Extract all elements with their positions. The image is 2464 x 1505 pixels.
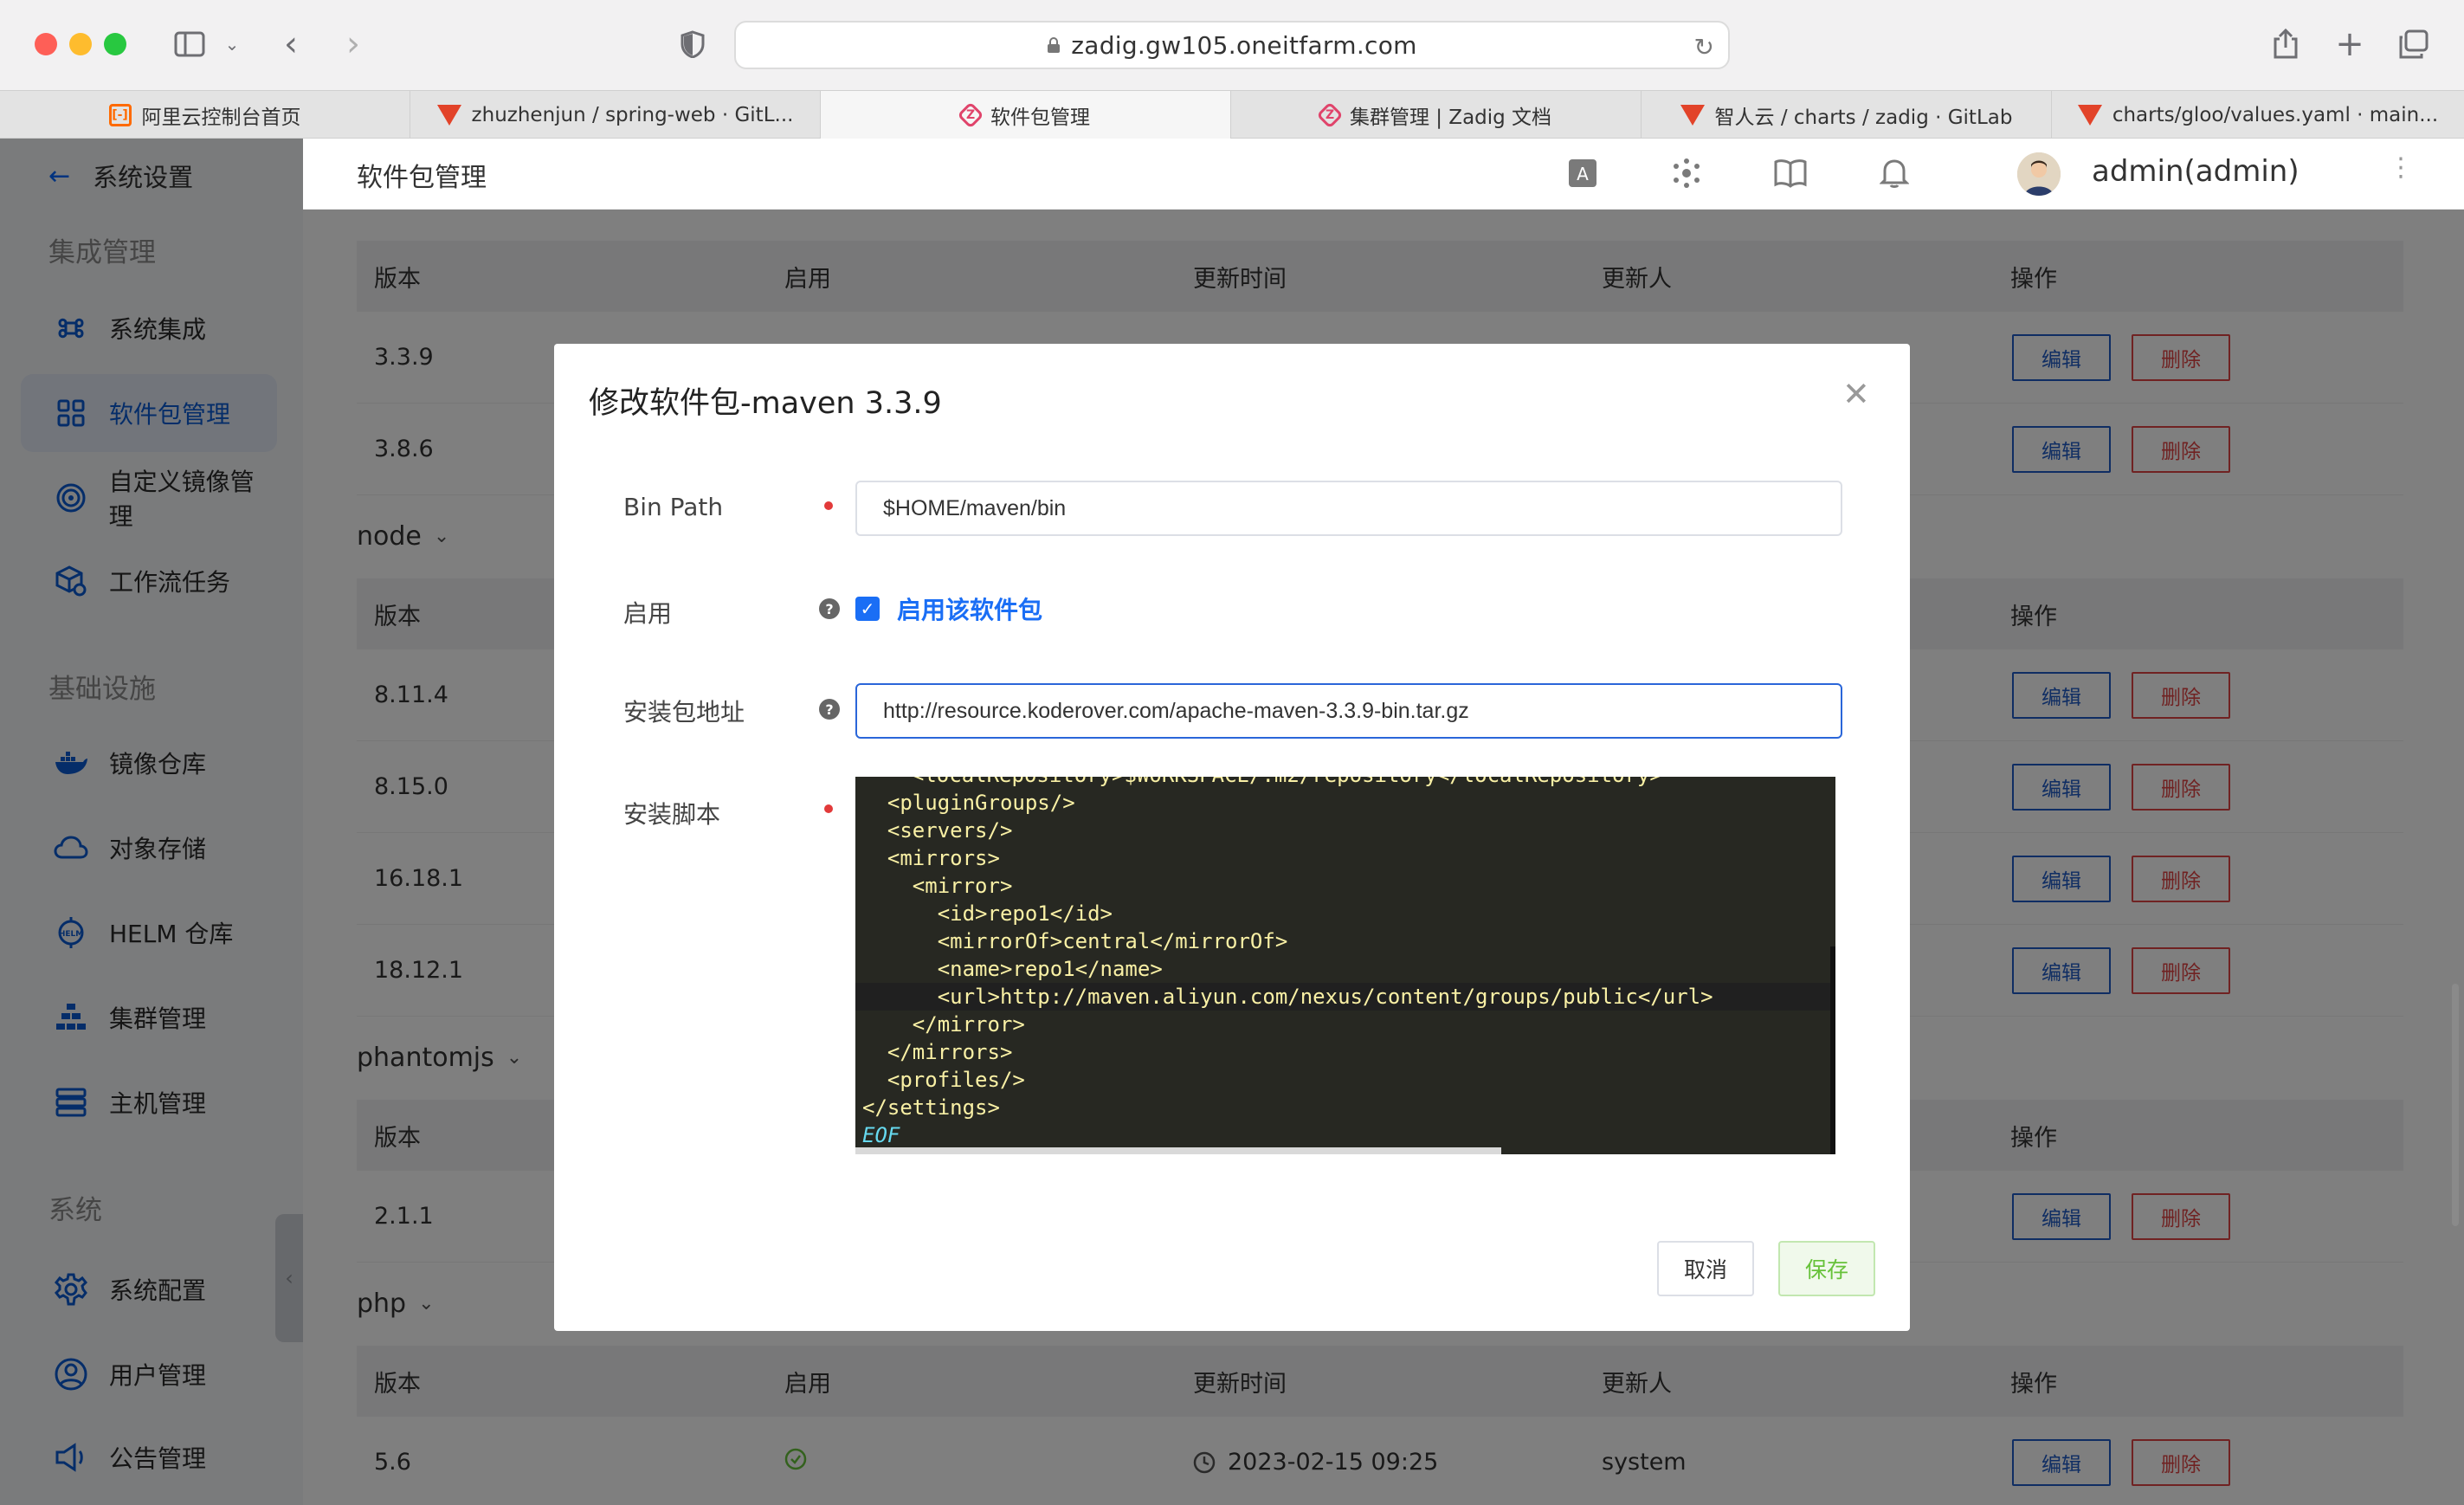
docs-icon[interactable]: [1773, 156, 1808, 191]
browser-tab-bar: [-] 阿里云控制台首页 zhuzhenjun / spring-web · G…: [0, 90, 2464, 139]
download-url-label: 安装包地址: [623, 698, 745, 727]
browser-tab[interactable]: 智人云 / charts / zadig · GitLab: [1642, 91, 2052, 139]
chevron-down-icon[interactable]: ⌄: [220, 24, 244, 64]
required-marker: [824, 501, 833, 510]
code-line: <mirror>: [862, 872, 1013, 900]
code-line: <localRepository>$WORKSPACE/.m2/reposito…: [887, 777, 1662, 789]
help-icon[interactable]: ?: [819, 598, 840, 619]
shield-icon[interactable]: [675, 24, 710, 64]
browser-tab[interactable]: charts/gloo/values.yaml · main...: [2052, 91, 2464, 139]
address-bar[interactable]: zadig.gw105.oneitfarm.com ↻: [734, 21, 1730, 69]
tab-label: zhuzhenjun / spring-web · GitL...: [471, 104, 794, 126]
code-line: <profiles/>: [862, 1066, 1025, 1094]
install-script-editor[interactable]: <localRepository>$WORKSPACE/.m2/reposito…: [855, 777, 1835, 1154]
required-marker: [824, 804, 833, 813]
download-url-input[interactable]: http://resource.koderover.com/apache-mav…: [855, 683, 1842, 739]
code-text: </settings>: [862, 1095, 1000, 1120]
gitlab-icon: [1680, 105, 1705, 126]
user-name[interactable]: admin(admin): [2092, 154, 2300, 189]
maximize-window-button[interactable]: [104, 33, 126, 55]
cancel-button[interactable]: 取消: [1657, 1241, 1754, 1296]
edit-package-dialog: 修改软件包-maven 3.3.9 ✕ Bin Path $HOME/maven…: [554, 344, 1910, 1331]
code-text: <id>repo1</id>: [862, 901, 1113, 926]
zadig-icon: Z: [1316, 101, 1344, 129]
tab-label: 集群管理 | Zadig 文档: [1349, 107, 1552, 129]
code-line: </mirrors>: [862, 1038, 1013, 1066]
tab-label: 软件包管理: [990, 107, 1090, 129]
help-icon[interactable]: ?: [819, 699, 840, 720]
browser-titlebar: ⌄ ‹ › zadig.gw105.oneitfarm.com ↻ +: [0, 0, 2464, 90]
browser-tab-active[interactable]: Z 软件包管理: [821, 91, 1231, 139]
avatar[interactable]: [2017, 152, 2061, 196]
save-button[interactable]: 保存: [1778, 1241, 1875, 1296]
code-text: <profiles/>: [862, 1068, 1025, 1092]
back-icon[interactable]: ‹: [274, 24, 308, 64]
bell-icon[interactable]: [1877, 156, 1912, 191]
gitlab-icon: [436, 105, 461, 126]
code-text: <mirrors>: [862, 846, 1000, 870]
close-icon[interactable]: ✕: [1842, 375, 1870, 413]
code-text: <pluginGroups/>: [862, 791, 1075, 815]
browser-tab[interactable]: [-] 阿里云控制台首页: [0, 91, 410, 139]
tab-label: 智人云 / charts / zadig · GitLab: [1714, 107, 2013, 129]
translate-icon[interactable]: A: [1565, 156, 1600, 191]
close-window-button[interactable]: [35, 33, 57, 55]
lock-icon: [1047, 37, 1061, 53]
code-line: <name>repo1</name>: [862, 955, 1163, 983]
editor-horizontal-scrollbar[interactable]: [855, 1147, 1501, 1154]
forward-icon[interactable]: ›: [336, 24, 371, 64]
svg-text:A: A: [1577, 164, 1589, 184]
tab-label: charts/gloo/values.yaml · main...: [2112, 104, 2439, 126]
editor-vertical-scrollbar[interactable]: [1830, 946, 1835, 1154]
minimize-window-button[interactable]: [69, 33, 92, 55]
aliyun-icon: [-]: [108, 104, 132, 126]
enable-checkbox-label[interactable]: 启用该软件包: [897, 591, 1042, 626]
share-icon[interactable]: [2268, 24, 2303, 64]
new-tab-icon[interactable]: +: [2332, 24, 2367, 64]
code-line-active: <url>http://maven.aliyun.com/nexus/conte…: [855, 983, 1835, 1011]
bin-path-input[interactable]: $HOME/maven/bin: [855, 481, 1842, 536]
code-text: <url>http://maven.aliyun.com/nexus/conte…: [862, 985, 1713, 1009]
code-text: <name>repo1</name>: [862, 957, 1163, 981]
zadig-icon: Z: [957, 101, 984, 129]
page-scrollbar[interactable]: [2452, 984, 2459, 1226]
enable-label: 启用: [623, 599, 673, 628]
code-text: </mirrors>: [862, 1040, 1013, 1064]
code-text: <mirrorOf>central</mirrorOf>: [862, 929, 1288, 953]
url-text: zadig.gw105.oneitfarm.com: [1071, 30, 1417, 60]
tab-label: 阿里云控制台首页: [141, 107, 301, 129]
code-line: <id>repo1</id>: [862, 900, 1113, 927]
top-header: 软件包管理 A admin(admin) ⋮: [303, 139, 2464, 210]
page-title: 软件包管理: [357, 163, 487, 193]
plugin-icon[interactable]: [1669, 156, 1704, 191]
code-text: <servers/>: [862, 818, 1013, 843]
code-text: </mirror>: [862, 1012, 1025, 1037]
browser-tab[interactable]: zhuzhenjun / spring-web · GitL...: [410, 91, 821, 139]
code-text: EOF: [862, 1123, 900, 1147]
code-line: <mirrors>: [862, 844, 1000, 872]
tab-overview-icon[interactable]: [2396, 24, 2431, 64]
more-vert-icon[interactable]: ⋮: [2388, 152, 2414, 183]
code-line: </mirror>: [862, 1011, 1025, 1038]
code-line: EOF: [862, 1121, 900, 1149]
code-line: </settings>: [862, 1094, 1000, 1121]
reload-icon[interactable]: ↻: [1694, 33, 1714, 61]
code-text: <localRepository>$WORKSPACE/.m2/reposito…: [887, 777, 1662, 787]
code-text: <mirror>: [862, 874, 1013, 898]
gitlab-icon: [2077, 105, 2102, 126]
sidebar-toggle-icon[interactable]: [170, 24, 210, 64]
browser-tab[interactable]: Z 集群管理 | Zadig 文档: [1231, 91, 1642, 139]
code-line: <servers/>: [862, 817, 1013, 844]
enable-checkbox[interactable]: ✓: [855, 597, 880, 621]
dialog-title: 修改软件包-maven 3.3.9: [589, 386, 942, 421]
code-line: <pluginGroups/>: [862, 789, 1075, 817]
bin-path-label: Bin Path: [623, 493, 724, 521]
code-line: <mirrorOf>central</mirrorOf>: [862, 927, 1288, 955]
install-script-label: 安装脚本: [623, 800, 721, 829]
